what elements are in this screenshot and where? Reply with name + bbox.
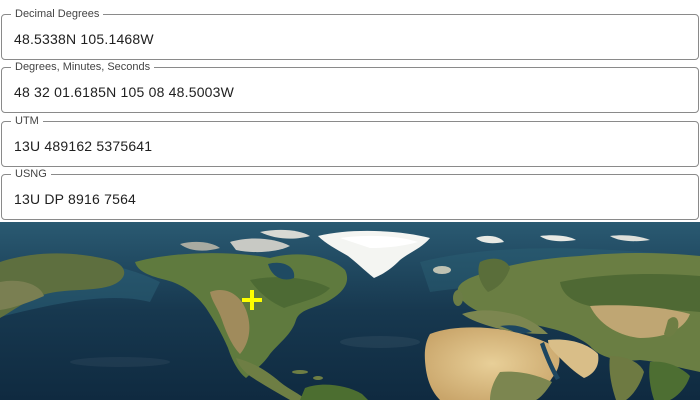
- usng-field[interactable]: USNG 13U DP 8916 7564: [1, 168, 699, 220]
- coordinate-panel: Decimal Degrees 48.5338N 105.1468W Degre…: [0, 0, 700, 222]
- satellite-basemap: [0, 222, 700, 400]
- map-view[interactable]: [0, 222, 700, 400]
- decimal-degrees-value[interactable]: 48.5338N 105.1468W: [14, 31, 154, 47]
- dms-field[interactable]: Degrees, Minutes, Seconds 48 32 01.6185N…: [1, 61, 699, 113]
- usng-value[interactable]: 13U DP 8916 7564: [14, 191, 136, 207]
- decimal-degrees-field[interactable]: Decimal Degrees 48.5338N 105.1468W: [1, 8, 699, 60]
- dms-label: Degrees, Minutes, Seconds: [11, 61, 155, 74]
- utm-field[interactable]: UTM 13U 489162 5375641: [1, 115, 699, 167]
- dms-value[interactable]: 48 32 01.6185N 105 08 48.5003W: [14, 84, 234, 100]
- crosshair-plus-icon: [242, 290, 262, 310]
- utm-value[interactable]: 13U 489162 5375641: [14, 138, 152, 154]
- utm-label: UTM: [11, 115, 43, 128]
- decimal-degrees-label: Decimal Degrees: [11, 8, 104, 21]
- usng-label: USNG: [11, 168, 51, 181]
